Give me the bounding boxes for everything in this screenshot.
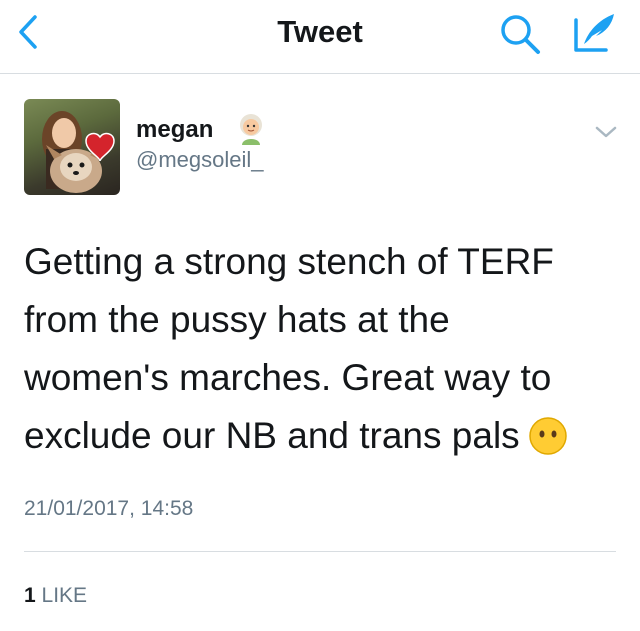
tweet-text-line: from the pussy hats at the	[24, 299, 450, 340]
older-woman-emoji-icon	[234, 112, 268, 146]
compose-button[interactable]	[570, 8, 618, 56]
search-icon	[501, 15, 540, 54]
likes-stat[interactable]: 1 LIKE	[24, 584, 87, 608]
search-button[interactable]	[498, 12, 544, 56]
face-without-mouth-emoji-icon	[528, 417, 567, 455]
author-handle[interactable]: @megsoleil_	[136, 147, 264, 173]
compose-quill-icon	[574, 14, 614, 52]
divider	[24, 551, 616, 552]
likes-count: 1	[24, 584, 36, 607]
tweet-options-button[interactable]	[592, 118, 620, 146]
chevron-down-icon	[595, 126, 617, 138]
navigation-bar: Tweet	[0, 0, 640, 74]
likes-label: LIKE	[41, 584, 88, 607]
avatar[interactable]	[24, 99, 120, 195]
tweet-text-line-last: exclude our NB and trans pals	[24, 407, 624, 465]
tweet-text-line: exclude our NB and trans pals	[24, 415, 520, 456]
page-title: Tweet	[277, 14, 363, 49]
tweet-text-line: Getting a strong stench of TERF	[24, 241, 554, 282]
avatar-photo	[42, 111, 115, 193]
author-name[interactable]: megan	[136, 116, 213, 144]
tweet-text: Getting a strong stench of TERF from the…	[24, 233, 624, 465]
tweet-text-line: women's marches. Great way to	[24, 357, 552, 398]
tweet-timestamp: 21/01/2017, 14:58	[24, 497, 194, 520]
